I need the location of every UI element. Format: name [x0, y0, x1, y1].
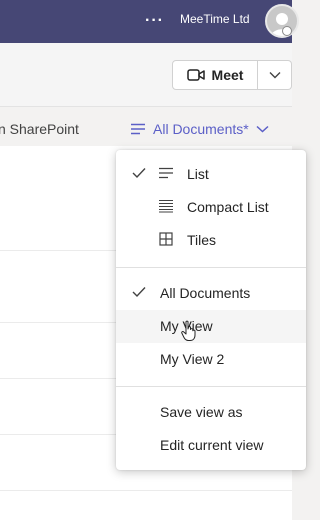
menu-divider: [116, 386, 306, 387]
menu-divider: [116, 267, 306, 268]
menu-item-my-view-2[interactable]: My View 2: [116, 343, 306, 376]
row-divider: [0, 490, 292, 491]
menu-item-edit-current-view[interactable]: Edit current view: [116, 429, 306, 462]
organization-name[interactable]: MeeTime Ltd: [180, 12, 250, 26]
menu-item-save-view-as[interactable]: Save view as: [116, 396, 306, 429]
more-options-button[interactable]: ···: [145, 12, 164, 30]
checkmark-icon: [132, 168, 146, 179]
compact-list-icon: [159, 199, 173, 213]
menu-item-tiles[interactable]: Tiles: [116, 224, 306, 257]
menu-item-label: Compact List: [187, 199, 269, 215]
menu-item-label: All Documents: [160, 285, 251, 301]
meet-options-button[interactable]: [258, 60, 292, 90]
view-options-menu: List Compact List Tiles All Documents My…: [116, 150, 306, 470]
video-camera-icon: [186, 69, 205, 81]
hand-pointer-cursor-icon: [181, 320, 196, 341]
menu-item-label: Edit current view: [160, 437, 264, 453]
meet-button[interactable]: Meet: [172, 60, 258, 90]
chevron-down-icon: [256, 125, 269, 133]
breadcrumb[interactable]: n SharePoint: [0, 121, 79, 137]
menu-item-all-documents[interactable]: All Documents: [116, 277, 306, 310]
checkmark-icon: [132, 287, 146, 298]
presence-status-icon: [282, 26, 292, 36]
menu-item-label: Save view as: [160, 404, 243, 420]
menu-item-list[interactable]: List: [116, 158, 306, 191]
menu-item-label: My View 2: [160, 351, 225, 367]
chevron-down-icon: [269, 72, 280, 79]
menu-item-compact-list[interactable]: Compact List: [116, 191, 306, 224]
menu-item-my-view[interactable]: My View: [116, 310, 306, 343]
app-top-bar: ··· MeeTime Ltd: [0, 0, 292, 43]
meet-button-label: Meet: [211, 67, 244, 83]
list-lines-icon: [131, 123, 145, 135]
view-switcher-button[interactable]: All Documents*: [130, 118, 269, 140]
list-lines-icon: [159, 167, 173, 179]
menu-item-label: List: [187, 166, 209, 182]
view-switcher-label: All Documents*: [153, 121, 249, 137]
menu-item-label: Tiles: [187, 232, 217, 248]
tiles-grid-icon: [159, 232, 173, 246]
